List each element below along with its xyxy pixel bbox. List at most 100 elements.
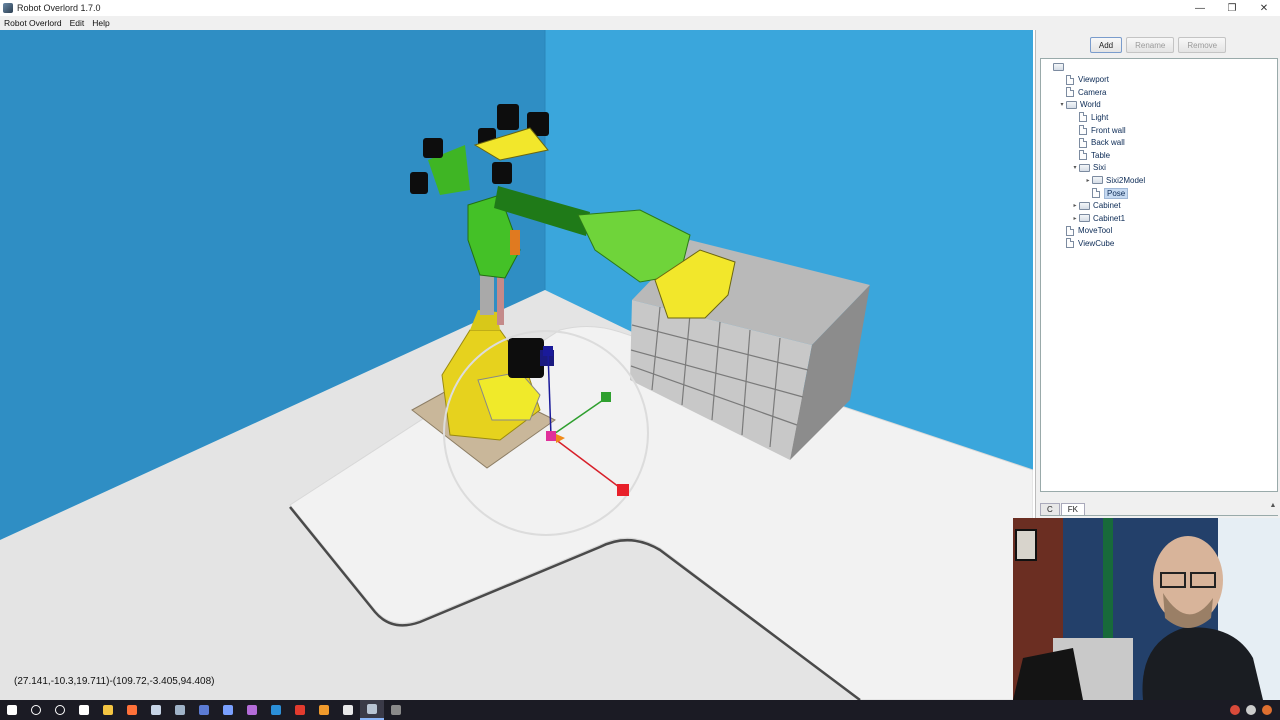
tray-app-icon[interactable]	[1246, 705, 1256, 715]
3d-viewport[interactable]: (27.141,-10.3,19.711)-(109.72,-3.405,94.…	[0, 30, 1033, 700]
title-bar: Robot Overlord 1.7.0 — ❐ ✕	[0, 0, 1280, 16]
tree-item-label: Camera	[1078, 87, 1107, 97]
windows-taskbar	[0, 700, 1280, 720]
folder-icon	[1053, 63, 1064, 71]
rename-button[interactable]: Rename	[1126, 37, 1175, 53]
expand-toggle-icon[interactable]: ▸	[1071, 202, 1079, 209]
app-icon[interactable]	[384, 700, 408, 720]
close-button[interactable]: ✕	[1248, 0, 1280, 16]
document-icon	[1066, 74, 1074, 85]
app-logo-icon	[3, 3, 13, 13]
document-icon	[1079, 125, 1087, 135]
tab-fk[interactable]: FK	[1060, 503, 1086, 515]
robot-overlord-window: Robot Overlord 1.7.0 — ❐ ✕ Robot Overlor…	[0, 0, 1280, 720]
steam-icon[interactable]	[168, 700, 192, 720]
gizmo-x-handle[interactable]	[617, 484, 629, 496]
tree-item-label: Sixi2Model	[1106, 175, 1146, 185]
cortana-icon[interactable]	[48, 700, 72, 720]
menu-robot-overlord[interactable]: Robot Overlord	[0, 18, 66, 28]
document-icon	[1066, 225, 1074, 236]
expand-toggle-icon[interactable]: ▸	[1084, 177, 1092, 184]
document-icon	[1066, 238, 1074, 249]
tray-app-icon[interactable]	[1230, 705, 1240, 715]
tree-item[interactable]: Back wall	[1071, 137, 1125, 149]
expand-toggle-icon[interactable]: ▸	[1071, 215, 1079, 222]
tree-item-label: Cabinet1	[1093, 213, 1126, 223]
tree-item-label: Cabinet	[1093, 201, 1121, 211]
tree-item[interactable]: MoveTool	[1058, 225, 1112, 237]
folder-icon	[1092, 176, 1103, 185]
scroll-up-icon[interactable]: ▲	[1268, 502, 1278, 514]
folder-icon	[1079, 214, 1090, 223]
acrobat-icon[interactable]	[288, 700, 312, 720]
task-view-icon[interactable]	[72, 700, 96, 720]
gizmo-z-handle[interactable]	[543, 346, 553, 356]
app-icon[interactable]	[216, 700, 240, 720]
app-icon[interactable]	[144, 700, 168, 720]
firefox-icon[interactable]	[120, 700, 144, 720]
webcam-overlay	[1013, 518, 1280, 700]
tree-item[interactable]: Pose	[1084, 187, 1129, 199]
system-tray	[1230, 705, 1280, 715]
window-title: Robot Overlord 1.7.0	[17, 3, 101, 13]
vscode-icon[interactable]	[264, 700, 288, 720]
tree-item[interactable]: ▾ World	[1058, 99, 1101, 111]
app-icon[interactable]	[312, 700, 336, 720]
document-icon	[1079, 137, 1087, 148]
tree-item-label: Sixi	[1093, 163, 1106, 173]
folder-icon	[1079, 201, 1090, 210]
webcam-image	[1013, 518, 1280, 700]
tree-item[interactable]: Table	[1071, 149, 1110, 161]
expand-toggle-icon[interactable]: ▾	[1071, 164, 1079, 171]
tree-item[interactable]: ▸ Cabinet1	[1071, 212, 1125, 224]
minimize-button[interactable]: —	[1184, 0, 1216, 16]
tray-app-icon[interactable]	[1262, 705, 1272, 715]
app-icon[interactable]	[192, 700, 216, 720]
robot-overlord-icon[interactable]	[360, 700, 384, 720]
add-button[interactable]: Add	[1089, 37, 1123, 53]
menu-bar: Robot Overlord Edit Help	[0, 16, 1280, 30]
tree-item[interactable]: Light	[1071, 111, 1108, 123]
remove-button[interactable]: Remove	[1178, 37, 1227, 53]
tree-item[interactable]: Front wall	[1071, 124, 1126, 136]
tree-item[interactable]	[1045, 61, 1067, 73]
tree-item-label: Front wall	[1091, 125, 1126, 135]
folder-icon	[1066, 100, 1077, 109]
tree-item[interactable]: Viewport	[1058, 74, 1109, 86]
document-icon	[1066, 87, 1074, 98]
document-icon	[1079, 112, 1087, 123]
folder-icon	[1079, 163, 1090, 172]
tree-item[interactable]: ▾ Sixi	[1071, 162, 1106, 174]
tree-item[interactable]: ViewCube	[1058, 237, 1114, 249]
tree-toolbar: Add Rename Remove	[1036, 30, 1280, 58]
chrome-icon[interactable]	[336, 700, 360, 720]
scene-render	[0, 30, 1033, 700]
tree-item-label: Back wall	[1091, 138, 1125, 148]
tree-item[interactable]: Camera	[1058, 86, 1106, 98]
windows-start-icon[interactable]	[0, 700, 24, 720]
tree-item[interactable]: ▸ Sixi2Model	[1084, 174, 1145, 186]
panel-tabs: C FK	[1040, 502, 1278, 516]
restore-button[interactable]: ❐	[1216, 0, 1248, 16]
app-icon[interactable]	[240, 700, 264, 720]
file-explorer-icon[interactable]	[96, 700, 120, 720]
tree-item-label: Pose	[1104, 187, 1129, 199]
menu-edit[interactable]: Edit	[66, 18, 89, 28]
tree-item-label: World	[1080, 100, 1101, 110]
document-icon	[1079, 150, 1087, 161]
document-icon	[1092, 188, 1100, 198]
coordinate-readout: (27.141,-10.3,19.711)-(109.72,-3.405,94.…	[14, 676, 215, 687]
tree-item-label: Table	[1091, 150, 1111, 160]
gizmo-y-handle[interactable]	[601, 392, 611, 402]
menu-help[interactable]: Help	[88, 18, 113, 28]
search-icon[interactable]	[24, 700, 48, 720]
expand-toggle-icon[interactable]: ▾	[1058, 101, 1066, 108]
tree-item[interactable]: ▸ Cabinet	[1071, 200, 1121, 212]
gizmo-center-handle[interactable]	[546, 431, 556, 441]
tree-item-label: ViewCube	[1078, 238, 1115, 248]
tab-c[interactable]: C	[1040, 503, 1060, 515]
tree-item-label: Light	[1091, 112, 1109, 122]
tree-item-label: Viewport	[1078, 75, 1109, 85]
scene-tree[interactable]: Viewport Camera ▾ World Light Front wall Back …	[1040, 58, 1278, 492]
tree-item-label: MoveTool	[1078, 226, 1113, 236]
